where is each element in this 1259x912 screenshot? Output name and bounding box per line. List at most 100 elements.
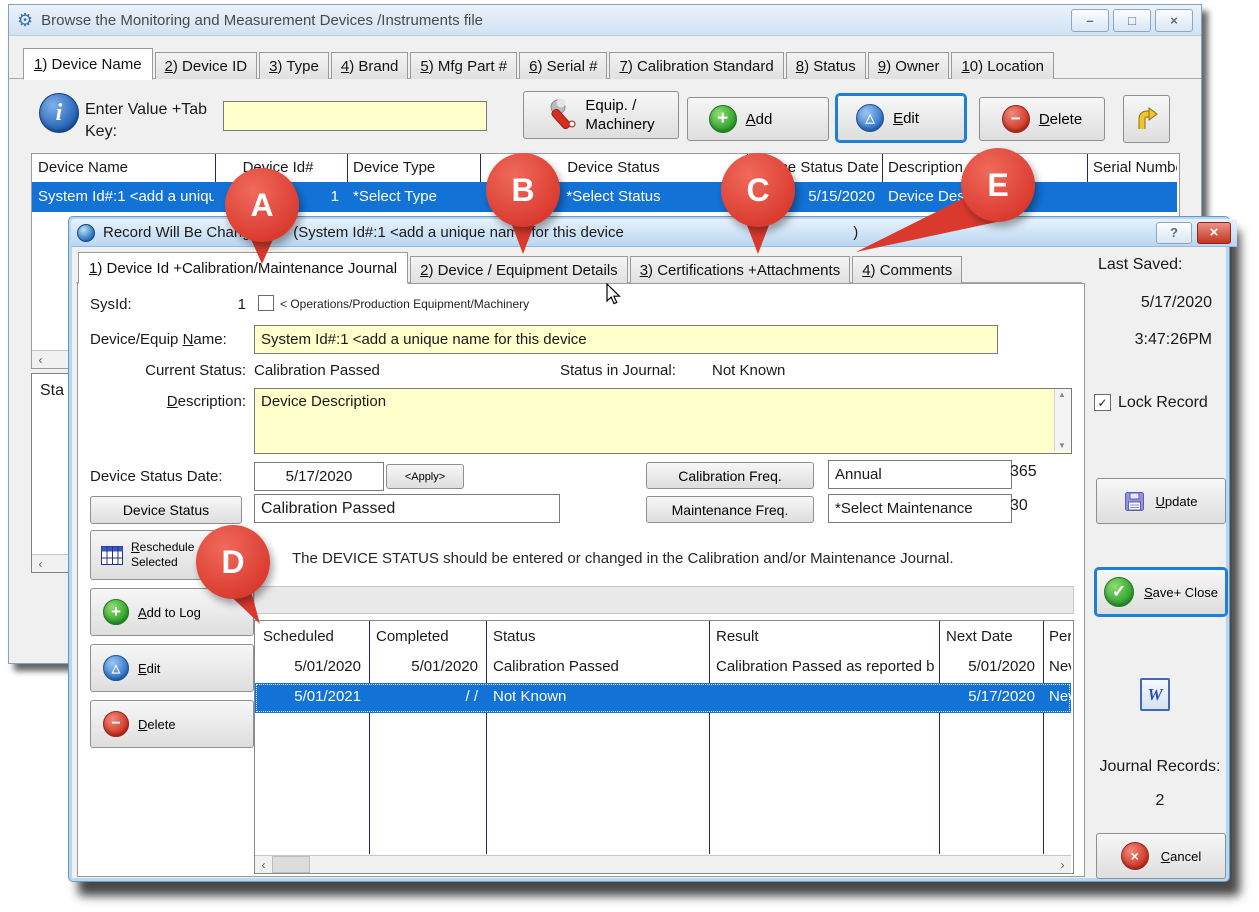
journal-col-completed[interactable]: Completed xyxy=(376,628,482,645)
close-icon: × xyxy=(1170,13,1178,28)
scroll-right-icon[interactable]: › xyxy=(1054,856,1071,873)
check-circle-icon: ✓ xyxy=(1104,577,1134,607)
cell-scheduled: 5/01/2021 xyxy=(263,688,361,705)
col-device-name[interactable]: Device Name xyxy=(38,159,210,176)
cell-status: Calibration Passed xyxy=(493,658,705,675)
lock-record-label: Lock Record xyxy=(1118,394,1208,412)
status-date-input[interactable]: 5/17/2020 xyxy=(254,462,384,491)
tab-owner[interactable]: 9) Owner xyxy=(868,52,950,79)
tab-location[interactable]: 10) Location xyxy=(951,52,1054,79)
dialog-globe-icon xyxy=(77,224,95,242)
delete-button[interactable]: − Delete xyxy=(979,97,1105,141)
info-icon: i xyxy=(39,93,79,133)
col-device-type[interactable]: Device Type xyxy=(353,159,475,176)
dialog-help-button[interactable]: ? xyxy=(1156,222,1192,244)
maximize-icon: □ xyxy=(1128,13,1136,28)
delete-icon: − xyxy=(1002,105,1030,133)
journal-delete-button[interactable]: − Delete xyxy=(90,700,254,748)
close-button[interactable]: × xyxy=(1155,9,1193,32)
equip-label-1: Equip. / xyxy=(585,97,636,114)
yellow-arrow-icon xyxy=(1136,107,1158,131)
last-saved-date: 5/17/2020 xyxy=(1110,294,1212,312)
equip-machinery-button[interactable]: Equip. / Machinery xyxy=(523,91,679,139)
journal-row-1[interactable]: 5/01/2020 5/01/2020 Calibration Passed C… xyxy=(255,653,1071,683)
journal-col-status[interactable]: Status xyxy=(493,628,705,645)
up-icon[interactable]: ▲ xyxy=(1058,390,1066,399)
cancel-button[interactable]: × Cancel xyxy=(1096,833,1226,879)
callout-badge-b: B xyxy=(486,153,560,227)
add-icon: + xyxy=(709,105,737,133)
scroll-left-icon[interactable]: ‹ xyxy=(32,351,49,368)
maintenance-freq-input[interactable]: *Select Maintenance xyxy=(828,494,1012,523)
journal-col-scheduled[interactable]: Scheduled xyxy=(263,628,365,645)
key-input[interactable] xyxy=(223,101,487,131)
delete-icon: − xyxy=(103,711,129,737)
callout-badge-d: D xyxy=(196,525,270,599)
save-close-button[interactable]: ✓ Save+ Close xyxy=(1096,569,1226,615)
journal-edit-button[interactable]: △ Edit xyxy=(90,644,254,692)
tab-mfg-part[interactable]: 5) Mfg Part # xyxy=(410,52,517,79)
dialog-tab-comments[interactable]: 4) Comments xyxy=(852,256,962,283)
edit-icon: △ xyxy=(103,655,129,681)
dialog-tab-journal[interactable]: 1) Device Id +Calibration/Maintenance Jo… xyxy=(78,252,408,284)
last-saved-label: Last Saved: xyxy=(1098,256,1183,274)
maintenance-freq-days: 30 xyxy=(1010,497,1028,515)
scroll-left-icon[interactable]: ‹ xyxy=(255,856,272,873)
dialog-tab-certifications[interactable]: 3) Certifications +Attachments xyxy=(630,256,851,283)
dialog-close-button[interactable]: × xyxy=(1197,222,1231,244)
cell-device-type: *Select Type xyxy=(353,188,475,205)
tab-status[interactable]: 8) Status xyxy=(786,52,866,79)
dialog-title-record: (System Id#:1 <add a unique name for thi… xyxy=(293,224,853,241)
description-scrollbar[interactable]: ▲ ▼ xyxy=(1054,389,1071,451)
tab-device-id[interactable]: 2) Device ID xyxy=(155,52,258,79)
device-name-input[interactable]: System Id#:1 <add a unique name for this… xyxy=(254,325,998,354)
equip-label-2: Machinery xyxy=(585,116,654,133)
browse-titlebar[interactable]: ⚙ Browse the Monitoring and Measurement … xyxy=(9,5,1201,36)
tab-calibration-standard[interactable]: 7) Calibration Standard xyxy=(609,52,783,79)
status-in-journal-value: Not Known xyxy=(712,362,785,379)
device-status-button[interactable]: Device Status xyxy=(90,496,242,524)
down-icon[interactable]: ▼ xyxy=(1058,441,1066,450)
word-document-icon[interactable]: W xyxy=(1140,678,1170,711)
tab-type[interactable]: 3) Type xyxy=(259,52,329,79)
check-icon: ✓ xyxy=(1097,397,1107,409)
current-status-value: Calibration Passed xyxy=(254,362,380,379)
journal-records-label: Journal Records: xyxy=(1090,758,1230,776)
gear-icon: ⚙ xyxy=(17,10,33,31)
calibration-freq-button[interactable]: Calibration Freq. xyxy=(646,462,814,489)
journal-hscroll[interactable]: ‹ › xyxy=(255,855,1071,873)
device-name-label: Device/Equip Name: xyxy=(90,331,246,348)
equip-flag-checkbox[interactable] xyxy=(258,295,274,311)
callout-badge-c: C xyxy=(721,153,795,227)
lock-record-checkbox[interactable]: ✓ xyxy=(1094,394,1111,411)
journal-col-next-date[interactable]: Next Date xyxy=(946,628,1039,645)
tab-device-name[interactable]: 1) Device Name xyxy=(23,48,153,80)
scroll-thumb[interactable] xyxy=(272,856,310,873)
journal-col-performed[interactable]: Perf xyxy=(1049,628,1071,645)
cell-status: Not Known xyxy=(493,688,705,705)
update-button[interactable]: Update xyxy=(1096,478,1226,524)
add-icon: + xyxy=(103,599,129,625)
cell-completed: 5/01/2020 xyxy=(376,658,478,675)
jump-button[interactable] xyxy=(1123,95,1170,143)
device-status-input[interactable]: Calibration Passed xyxy=(254,494,560,523)
add-button[interactable]: + Add xyxy=(687,97,829,141)
dialog-tabstrip: 1) Device Id +Calibration/Maintenance Jo… xyxy=(78,252,962,283)
maximize-button[interactable]: □ xyxy=(1113,9,1151,32)
col-serial-number[interactable]: Serial Number xyxy=(1093,159,1177,176)
close-icon: × xyxy=(1210,224,1219,241)
tab-brand[interactable]: 4) Brand xyxy=(331,52,409,79)
journal-row-2-selected[interactable]: 5/01/2021 / / Not Known 5/17/2020 Nev xyxy=(255,683,1071,713)
status-in-journal-label: Status in Journal: xyxy=(560,362,676,379)
scroll-left-icon[interactable]: ‹ xyxy=(32,555,49,572)
description-textarea[interactable]: Device Description ▲ ▼ xyxy=(254,388,1072,454)
dialog-tab-details[interactable]: 2) Device / Equipment Details xyxy=(410,256,628,283)
edit-button[interactable]: △ Edit xyxy=(837,95,965,141)
calibration-freq-input[interactable]: Annual xyxy=(828,460,1012,489)
journal-col-result[interactable]: Result xyxy=(716,628,935,645)
minimize-button[interactable]: – xyxy=(1071,9,1109,32)
description-label: Description: xyxy=(90,393,246,410)
tab-serial[interactable]: 6) Serial # xyxy=(519,52,607,79)
apply-button[interactable]: <Apply> xyxy=(386,464,464,489)
maintenance-freq-button[interactable]: Maintenance Freq. xyxy=(646,496,814,523)
